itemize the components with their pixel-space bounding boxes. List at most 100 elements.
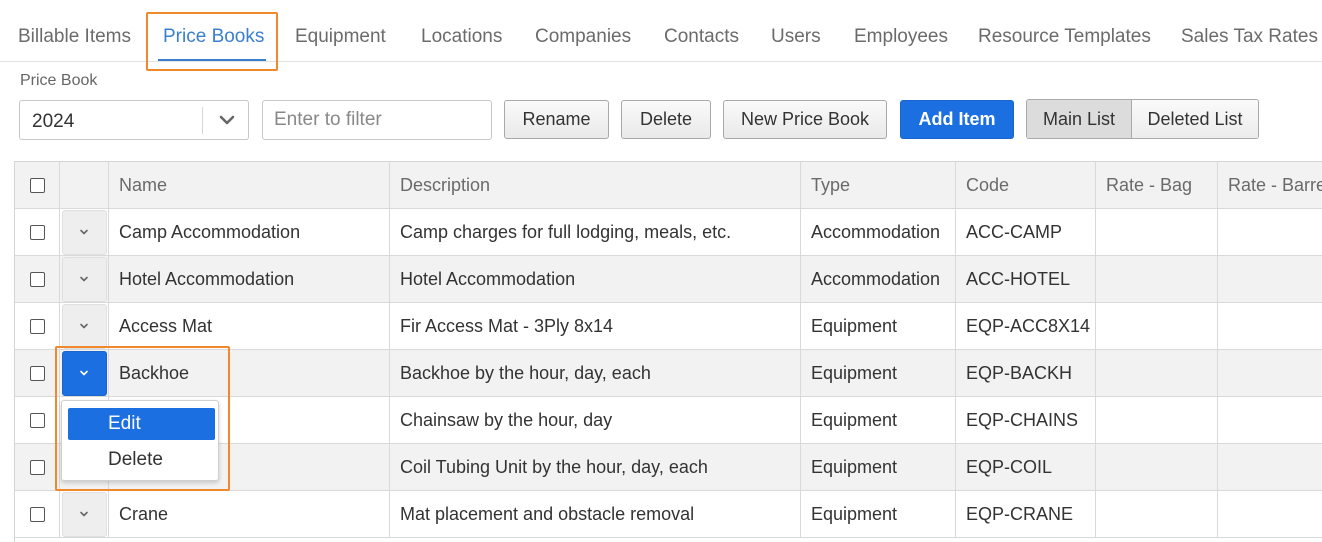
tab-locations[interactable]: Locations [421, 26, 502, 48]
cell-name: Access Mat [109, 303, 390, 349]
chevron-down-icon [80, 323, 88, 329]
cell-description: Mat placement and obstacle removal [390, 491, 801, 537]
cell-code: EQP-BACKH [956, 350, 1096, 396]
main-list-button[interactable]: Main List [1027, 100, 1132, 138]
cell-code: ACC-CAMP [956, 209, 1096, 255]
price-book-label: Price Book [20, 72, 98, 89]
select-all-checkbox[interactable] [29, 177, 45, 193]
cell-rate-bag [1096, 350, 1218, 396]
row-select-cell [15, 256, 60, 302]
price-book-select[interactable]: 2024 [19, 100, 249, 140]
tab-equipment[interactable]: Equipment [295, 26, 386, 48]
tab-bar: Billable Items Price Books Equipment Loc… [0, 0, 1322, 62]
cell-rate-barrel [1218, 444, 1322, 490]
tab-companies[interactable]: Companies [535, 26, 631, 48]
table-row[interactable]: Backhoe Backhoe by the hour, day, each Equ… [15, 350, 1322, 397]
row-select-cell [15, 397, 60, 443]
row-expand-cell [60, 256, 109, 302]
row-checkbox[interactable] [29, 412, 45, 428]
tab-contacts[interactable]: Contacts [664, 26, 739, 48]
chevron-down-icon[interactable] [216, 109, 238, 131]
table-row[interactable]: Hotel Accommodation Hotel Accommodation Ac… [15, 256, 1322, 303]
column-header-code[interactable]: Code [956, 162, 1096, 208]
new-price-book-button[interactable]: New Price Book [723, 100, 887, 139]
deleted-list-button[interactable]: Deleted List [1132, 100, 1258, 138]
cell-description: Backhoe by the hour, day, each [390, 350, 801, 396]
row-menu-button[interactable] [61, 256, 107, 302]
add-item-button[interactable]: Add Item [900, 100, 1014, 139]
row-checkbox[interactable] [29, 506, 45, 522]
cell-name: Backhoe [109, 350, 390, 396]
cell-rate-bag [1096, 209, 1218, 255]
cell-description: Hotel Accommodation [390, 256, 801, 302]
column-header-description[interactable]: Description [390, 162, 801, 208]
cell-type: Equipment [801, 444, 956, 490]
row-menu-button[interactable] [61, 303, 107, 349]
delete-menu-item[interactable]: Delete [68, 444, 215, 476]
select-divider [202, 107, 203, 134]
cell-name: Crane [109, 491, 390, 537]
cell-code: EQP-COIL [956, 444, 1096, 490]
chevron-down-icon [80, 276, 88, 282]
column-header-rate-bag[interactable]: Rate - Bag [1096, 162, 1218, 208]
cell-name: Camp Accommodation [109, 209, 390, 255]
cell-type: Equipment [801, 303, 956, 349]
row-menu-button[interactable] [61, 350, 107, 396]
active-tab-indicator [158, 59, 266, 61]
cell-rate-barrel [1218, 350, 1322, 396]
row-menu-button[interactable] [61, 491, 107, 537]
row-select-cell [15, 303, 60, 349]
cell-rate-barrel [1218, 256, 1322, 302]
price-book-value: 2024 [32, 111, 75, 132]
row-checkbox[interactable] [29, 365, 45, 381]
row-expand-cell [60, 303, 109, 349]
cell-name: Hotel Accommodation [109, 256, 390, 302]
edit-menu-item[interactable]: Edit [68, 408, 215, 440]
row-checkbox[interactable] [29, 318, 45, 334]
rename-button[interactable]: Rename [504, 100, 609, 139]
cell-description: Camp charges for full lodging, meals, et… [390, 209, 801, 255]
chevron-down-icon [80, 511, 88, 517]
tab-sales-tax-rates[interactable]: Sales Tax Rates [1181, 26, 1318, 48]
tab-users[interactable]: Users [771, 26, 821, 48]
cell-code: EQP-CRANE [956, 491, 1096, 537]
cell-rate-barrel [1218, 491, 1322, 537]
filter-input[interactable] [262, 100, 492, 140]
list-toggle: Main List Deleted List [1026, 99, 1259, 139]
tab-resource-templates[interactable]: Resource Templates [978, 26, 1151, 48]
row-menu-button[interactable] [61, 209, 107, 255]
row-select-cell [15, 209, 60, 255]
tab-employees[interactable]: Employees [854, 26, 948, 48]
row-checkbox[interactable] [29, 459, 45, 475]
delete-button[interactable]: Delete [621, 100, 711, 139]
cell-type: Equipment [801, 491, 956, 537]
row-expand-cell [60, 350, 109, 396]
column-header-type[interactable]: Type [801, 162, 956, 208]
tab-price-books[interactable]: Price Books [163, 26, 264, 48]
cell-rate-barrel [1218, 397, 1322, 443]
table-row[interactable]: Access Mat Fir Access Mat - 3Ply 8x14 Equi… [15, 303, 1322, 350]
chevron-down-icon [80, 370, 88, 376]
column-header-rate-barrel[interactable]: Rate - Barre [1218, 162, 1322, 208]
cell-rate-bag [1096, 444, 1218, 490]
cell-description: Fir Access Mat - 3Ply 8x14 [390, 303, 801, 349]
table-row[interactable]: Crane Mat placement and obstacle removal E… [15, 491, 1322, 538]
cell-rate-barrel [1218, 209, 1322, 255]
row-checkbox[interactable] [29, 224, 45, 240]
row-expand-cell [60, 491, 109, 537]
cell-rate-bag [1096, 256, 1218, 302]
cell-rate-bag [1096, 397, 1218, 443]
row-expand-cell [60, 209, 109, 255]
cell-code: EQP-ACC8X14 [956, 303, 1096, 349]
row-select-cell [15, 350, 60, 396]
cell-description: Coil Tubing Unit by the hour, day, each [390, 444, 801, 490]
row-select-cell [15, 444, 60, 490]
table-header: Name Description Type Code Rate - Bag Ra… [15, 162, 1322, 209]
column-header-name[interactable]: Name [109, 162, 390, 208]
row-checkbox[interactable] [29, 271, 45, 287]
table-row[interactable]: Camp Accommodation Camp charges for full … [15, 209, 1322, 256]
select-all-cell [15, 162, 60, 208]
cell-description: Chainsaw by the hour, day [390, 397, 801, 443]
row-action-menu: Edit Delete [61, 400, 219, 481]
tab-billable-items[interactable]: Billable Items [18, 26, 131, 48]
